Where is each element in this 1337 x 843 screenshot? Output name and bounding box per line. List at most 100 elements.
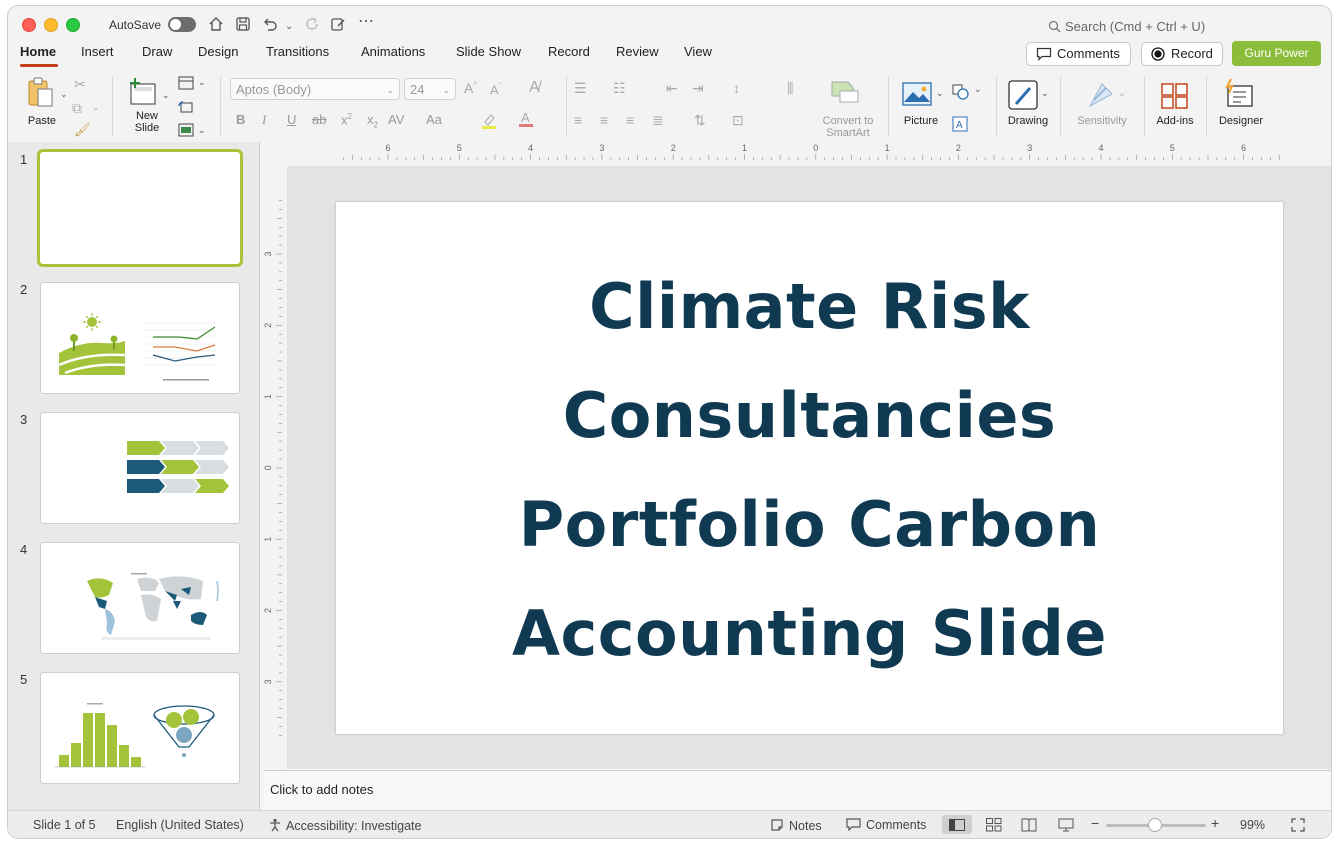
fit-to-window-icon[interactable] bbox=[1291, 818, 1305, 835]
shapes-icon[interactable] bbox=[952, 84, 970, 105]
slide-title-line: Consultancies bbox=[562, 379, 1057, 452]
bullets-icon: ☰ bbox=[574, 80, 587, 96]
home-icon[interactable] bbox=[208, 16, 224, 36]
slide-thumbnail-1[interactable] bbox=[37, 149, 243, 267]
strikethrough-icon: ab bbox=[312, 112, 327, 127]
reading-view-button[interactable] bbox=[1014, 815, 1044, 834]
vertical-ruler-ticks: 3 2 1 0 1 2 3 bbox=[263, 200, 282, 736]
undo-dropdown-chevron-icon[interactable]: ⌄ bbox=[285, 19, 293, 35]
ruler-label: 0 bbox=[264, 465, 273, 470]
new-slide-dropdown-icon[interactable]: ⌄ bbox=[162, 90, 170, 101]
ribbon-separator bbox=[1060, 76, 1061, 136]
tab-transitions[interactable]: Transitions bbox=[266, 44, 329, 59]
increase-indent-icon: ⇥ bbox=[692, 80, 704, 96]
tab-slide-show[interactable]: Slide Show bbox=[456, 44, 521, 59]
status-comments-button[interactable]: Comments bbox=[846, 818, 926, 832]
reset-slide-icon[interactable] bbox=[178, 100, 194, 119]
guru-power-button[interactable]: Guru Power bbox=[1232, 41, 1321, 66]
shapes-dropdown-icon[interactable]: ⌄ bbox=[974, 84, 982, 95]
tab-design[interactable]: Design bbox=[198, 44, 238, 59]
minimize-window-button[interactable] bbox=[44, 18, 58, 32]
italic-icon: I bbox=[262, 112, 267, 127]
current-slide[interactable]: Climate Risk Consultancies Portfolio Car… bbox=[336, 202, 1283, 734]
convert-smartart-button: Convert to SmartArt bbox=[816, 78, 878, 139]
zoom-in-icon[interactable]: + bbox=[1211, 815, 1219, 831]
language-indicator[interactable]: English (United States) bbox=[116, 818, 244, 832]
ribbon-separator bbox=[888, 76, 889, 136]
slide-title[interactable]: Climate Risk Consultancies Portfolio Car… bbox=[336, 252, 1283, 688]
smartart-icon bbox=[831, 81, 859, 103]
notes-pane[interactable]: Click to add notes bbox=[264, 770, 1331, 811]
save-icon[interactable] bbox=[235, 16, 251, 36]
svg-text:A: A bbox=[956, 120, 963, 131]
font-name-select[interactable]: Aptos (Body) ⌄ bbox=[230, 78, 400, 100]
close-window-button[interactable] bbox=[22, 18, 36, 32]
section-dropdown-icon[interactable]: ⌄ bbox=[198, 125, 206, 136]
designer-icon bbox=[1225, 78, 1253, 107]
font-color-icon: A bbox=[518, 110, 534, 133]
undo-icon[interactable] bbox=[262, 16, 278, 36]
search-bar[interactable]: Search (Cmd + Ctrl + U) bbox=[1048, 19, 1205, 34]
zoom-out-icon[interactable]: − bbox=[1091, 815, 1099, 831]
zoom-slider-thumb[interactable] bbox=[1148, 818, 1162, 832]
slide-sorter-icon bbox=[986, 818, 1002, 832]
slide-sorter-button[interactable] bbox=[979, 815, 1009, 834]
drawing-dropdown-icon[interactable]: ⌄ bbox=[1041, 88, 1049, 99]
layout-dropdown-icon[interactable]: ⌄ bbox=[198, 77, 206, 88]
ribbon-separator bbox=[996, 76, 997, 136]
tab-insert[interactable]: Insert bbox=[81, 44, 114, 59]
zoom-slider[interactable] bbox=[1106, 818, 1206, 832]
paste-button[interactable]: ⌄ Paste bbox=[22, 76, 70, 132]
tab-record[interactable]: Record bbox=[548, 44, 590, 59]
tab-animations[interactable]: Animations bbox=[361, 44, 425, 59]
tab-home[interactable]: Home bbox=[20, 44, 56, 59]
notes-button[interactable]: Notes bbox=[770, 818, 822, 833]
comment-icon bbox=[846, 818, 861, 832]
sensitivity-button: ⌄ Sensitivity bbox=[1068, 78, 1136, 134]
slide-thumbnail-3[interactable] bbox=[40, 412, 240, 524]
normal-view-button[interactable] bbox=[942, 815, 972, 834]
new-slide-label: New Slide bbox=[134, 110, 160, 134]
more-options-icon[interactable]: ⋯ bbox=[358, 14, 374, 30]
slide-thumbnail-5[interactable] bbox=[40, 672, 240, 784]
picture-dropdown-icon[interactable]: ⌄ bbox=[936, 88, 944, 99]
record-button[interactable]: Record bbox=[1141, 42, 1223, 66]
comment-icon bbox=[1036, 47, 1052, 61]
ribbon-separator bbox=[1144, 76, 1145, 136]
picture-button[interactable]: ⌄ Picture bbox=[896, 78, 946, 134]
thumbnail-4-graphic bbox=[87, 573, 219, 640]
addins-button[interactable]: Add-ins bbox=[1152, 78, 1198, 134]
layout-icon[interactable] bbox=[178, 76, 194, 95]
drawing-button[interactable]: ⌄ Drawing bbox=[1004, 78, 1052, 134]
text-box-icon[interactable]: A bbox=[952, 116, 968, 137]
slide-thumbnail-4[interactable] bbox=[40, 542, 240, 654]
font-size-select[interactable]: 24 ⌄ bbox=[404, 78, 456, 100]
autosave-toggle[interactable] bbox=[168, 17, 196, 32]
paste-dropdown-icon[interactable]: ⌄ bbox=[60, 89, 68, 100]
title-bar: AutoSave ⌄ ⋯ Search (Cmd + Ctrl + U) bbox=[8, 6, 1331, 42]
new-slide-button[interactable]: ⌄ New Slide bbox=[124, 76, 172, 136]
thumbnail-number: 4 bbox=[20, 542, 28, 557]
section-icon[interactable] bbox=[178, 123, 194, 142]
ruler-label: 2 bbox=[956, 143, 961, 153]
tab-review[interactable]: Review bbox=[616, 44, 659, 59]
font-size-chevron-icon: ⌄ bbox=[442, 85, 450, 95]
zoom-level[interactable]: 99% bbox=[1240, 818, 1265, 832]
slide-show-button[interactable] bbox=[1051, 815, 1081, 834]
zoom-window-button[interactable] bbox=[66, 18, 80, 32]
comments-button[interactable]: Comments bbox=[1026, 42, 1131, 66]
accessibility-button[interactable]: Accessibility: Investigate bbox=[268, 818, 421, 833]
slide-thumbnail-2[interactable] bbox=[40, 282, 240, 394]
format-painter-icon[interactable]: 🖌 bbox=[74, 122, 91, 138]
designer-label: Designer bbox=[1218, 115, 1264, 127]
ruler-label: 3 bbox=[264, 251, 273, 256]
decrease-indent-icon: ⇤ bbox=[666, 80, 678, 96]
picture-icon bbox=[902, 82, 932, 106]
slide-count: Slide 1 of 5 bbox=[33, 818, 96, 832]
designer-button[interactable]: Designer bbox=[1212, 78, 1270, 134]
customize-icon[interactable] bbox=[330, 16, 346, 36]
thumbnail-number: 1 bbox=[20, 152, 28, 167]
ruler-label: 4 bbox=[1098, 143, 1103, 153]
tab-draw[interactable]: Draw bbox=[142, 44, 172, 59]
tab-view[interactable]: View bbox=[684, 44, 712, 59]
